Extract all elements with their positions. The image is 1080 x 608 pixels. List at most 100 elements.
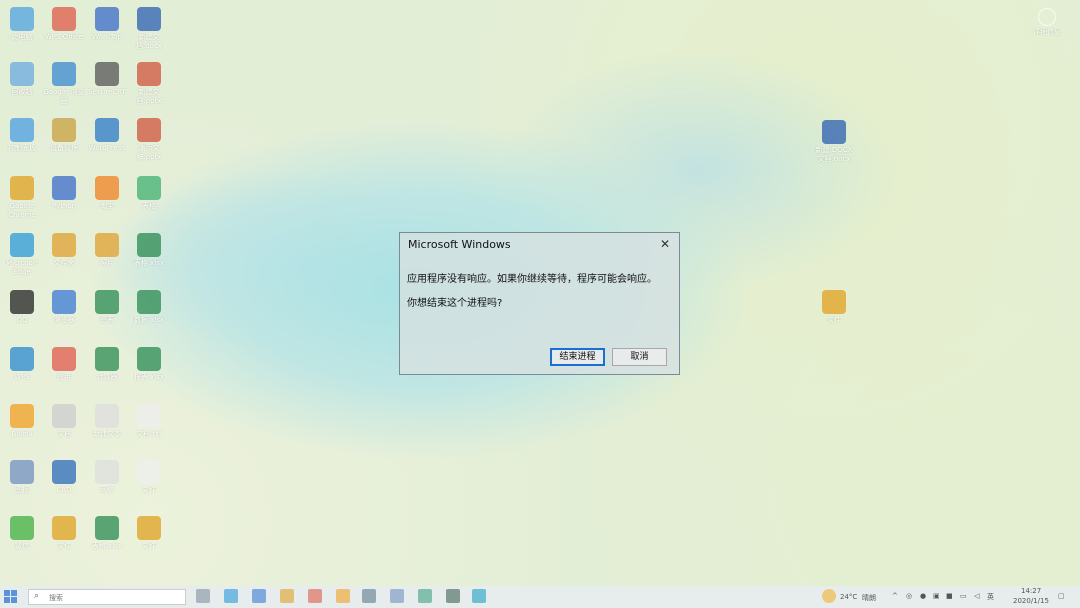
file-icon <box>52 516 76 540</box>
desktop-icon[interactable]: 数据.xlsx <box>127 290 171 334</box>
app-icon <box>10 347 34 371</box>
desktop-icon[interactable]: 文件 <box>812 290 856 334</box>
ppt-doc-icon <box>137 118 161 142</box>
file-icon <box>137 460 161 484</box>
dialog-question: 你想结束这个进程吗? <box>407 298 503 309</box>
chevron-up-icon[interactable]: ^ <box>892 592 898 600</box>
search-placeholder: 搜索 <box>49 594 63 602</box>
control-panel-icon <box>10 118 34 142</box>
close-icon[interactable]: ✕ <box>657 236 673 252</box>
clock-time[interactable]: 14:27 <box>1021 587 1041 595</box>
tray-icon[interactable]: ◎ <box>906 592 912 600</box>
excel-doc-icon <box>137 347 161 371</box>
desktop-icon[interactable]: CAD <box>42 460 86 504</box>
desktop-icon[interactable]: 表格 <box>127 176 171 220</box>
tray-icon[interactable]: ■ <box>946 592 953 600</box>
chrome-taskbar-icon[interactable] <box>280 589 294 603</box>
desktop-icon[interactable]: Bilibili <box>0 404 44 448</box>
wechat-icon <box>10 516 34 540</box>
ime-lang[interactable]: 英 <box>987 592 994 602</box>
recycle-bin-icon <box>10 62 34 86</box>
wps-taskbar-icon[interactable] <box>308 589 322 603</box>
document-icon <box>52 404 76 428</box>
app-taskbar-icon[interactable] <box>418 589 432 603</box>
text-file-icon <box>137 404 161 428</box>
terminal-icon <box>95 62 119 86</box>
notification-icon[interactable]: ▢ <box>1058 592 1065 600</box>
search-input[interactable]: ⌕ 搜索 <box>28 589 186 605</box>
shop-icon <box>95 176 119 200</box>
desktop-icon[interactable]: 浏览器 <box>42 290 86 334</box>
desktop-icon[interactable]: 淘宝 <box>85 176 129 220</box>
desktop-icon[interactable]: 照片 <box>85 233 129 277</box>
weather-desc: 晴朗 <box>862 594 876 602</box>
desktop-icon[interactable]: QQ <box>0 290 44 334</box>
desktop-icon[interactable]: WorkTop <box>85 7 129 51</box>
desktop-icon[interactable]: 表格.xlsx <box>127 233 171 277</box>
photos-taskbar-icon[interactable] <box>362 589 376 603</box>
app-icon <box>10 404 34 428</box>
weather-icon[interactable] <box>822 589 836 603</box>
desktop-icon[interactable]: Google 浏览器 <box>42 62 86 106</box>
clock-widget-icon <box>1038 8 1056 26</box>
desktop-icon[interactable]: 文件 <box>127 516 171 560</box>
weather-temp: 24°C <box>840 593 858 601</box>
desktop-icon[interactable]: 新建文档.docx <box>127 7 171 51</box>
end-process-button[interactable]: 结束进程 <box>550 348 605 366</box>
desktop-icon[interactable]: 文档.txt <box>127 404 171 448</box>
dialog-message: 应用程序没有响应。如果你继续等待，程序可能会响应。 <box>407 274 657 285</box>
cancel-button[interactable]: 取消 <box>612 348 667 366</box>
desktop-icon[interactable]: 回收站 <box>0 62 44 106</box>
desktop-icon[interactable]: 报表.xlsx <box>127 347 171 391</box>
desktop-icon[interactable]: 网络 <box>85 460 129 504</box>
desktop-icon[interactable]: 文件 <box>127 460 171 504</box>
desktop-icon[interactable]: SecureCRT <box>85 62 129 106</box>
desktop-icon[interactable]: 新建文本 <box>85 404 129 448</box>
desktop-icon[interactable]: 设备管理 <box>42 118 86 162</box>
excel-doc-icon <box>137 290 161 314</box>
desktop-icon[interactable]: 文件 <box>42 516 86 560</box>
edge-taskbar-icon[interactable] <box>224 589 238 603</box>
chart-icon <box>95 290 119 314</box>
clock-date[interactable]: 2020/1/15 <box>1013 597 1049 605</box>
desktop-icon[interactable]: 微信 <box>0 516 44 560</box>
desktop-icon[interactable]: 演示文稿.pptx <box>127 118 171 162</box>
desktop-icon[interactable]: 图表 <box>85 290 129 334</box>
windows-logo-icon <box>4 597 10 603</box>
desktop-icon[interactable]: WPS <box>0 347 44 391</box>
desktop-icon[interactable]: 控制面板 <box>0 118 44 162</box>
edge-icon <box>10 233 34 257</box>
tray-icon[interactable]: ● <box>920 592 926 600</box>
desktop-icon[interactable]: 应用 <box>42 347 86 391</box>
network-icon[interactable]: ▭ <box>960 592 967 600</box>
cad-icon <box>52 460 76 484</box>
tray-icon[interactable]: ▣ <box>933 592 940 600</box>
browser-icon <box>52 62 76 86</box>
widget[interactable]: 详细信息 <box>1025 8 1069 46</box>
app-taskbar-icon[interactable] <box>472 589 486 603</box>
app-taskbar-icon[interactable] <box>336 589 350 603</box>
folder-icon <box>52 233 76 257</box>
desktop-icon[interactable]: 计算器 <box>85 347 129 391</box>
app-taskbar-icon[interactable] <box>446 589 460 603</box>
desktop-icon[interactable]: 此电脑 <box>0 7 44 51</box>
desktop-icon[interactable]: 文件夹 <box>42 233 86 277</box>
taskbar: ⌕ 搜索 24°C 晴朗 ^ ◎ ● ▣ ■ ▭ ◁ 英 14:27 2020/… <box>0 586 1080 608</box>
task-view-icon[interactable] <box>196 589 210 603</box>
desktop-icon[interactable]: WordPress <box>85 118 129 162</box>
desktop-icon[interactable]: 图标 <box>0 460 44 504</box>
desktop-icon[interactable]: 文档 <box>42 404 86 448</box>
desktop-icon[interactable]: Microsoft Edge <box>0 233 44 277</box>
desktop-icon[interactable]: 表格.xlsx <box>85 516 129 560</box>
desktop-icon[interactable]: 新建文档.pptx <box>127 62 171 106</box>
volume-icon[interactable]: ◁ <box>974 592 979 600</box>
desktop-icon[interactable]: 新建 DOCX 文档.docx <box>812 120 856 164</box>
store-taskbar-icon[interactable] <box>252 589 266 603</box>
start-button[interactable] <box>4 590 18 604</box>
excel-doc-icon <box>95 516 119 540</box>
desktop-icon[interactable]: WPS Office <box>42 7 86 51</box>
desktop-icon[interactable]: Python <box>42 176 86 220</box>
search-taskbar-icon[interactable] <box>390 589 404 603</box>
dialog-title: Microsoft Windows <box>408 238 511 251</box>
desktop-icon[interactable]: Google Chrome <box>0 176 44 220</box>
